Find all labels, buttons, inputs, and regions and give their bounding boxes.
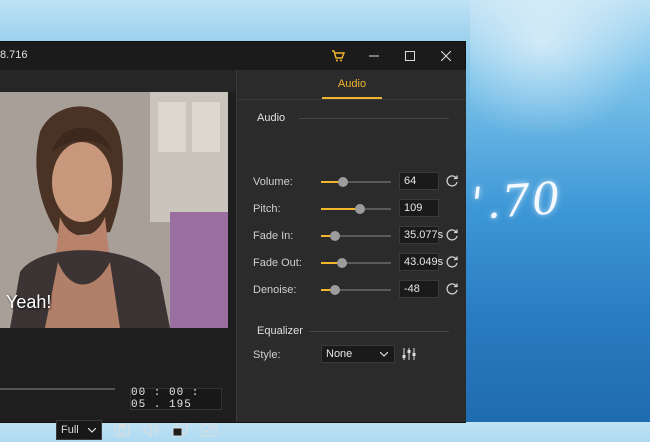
zoom-select[interactable]: Full bbox=[56, 420, 102, 440]
style-label: Style: bbox=[253, 349, 281, 361]
title-bar: 8.716 bbox=[0, 42, 465, 70]
close-button[interactable] bbox=[428, 42, 464, 70]
control-row: Fade Out: 43.049s bbox=[237, 253, 466, 273]
tab-audio[interactable]: Audio bbox=[322, 70, 382, 98]
control-value-field[interactable]: 64 bbox=[399, 172, 439, 190]
control-label: Fade Out: bbox=[253, 257, 302, 269]
volume-icon[interactable] bbox=[142, 421, 160, 439]
control-label: Denoise: bbox=[253, 284, 297, 296]
control-row: Denoise: -48 bbox=[237, 280, 466, 300]
control-slider[interactable] bbox=[321, 231, 391, 241]
equalizer-settings-icon[interactable] bbox=[401, 346, 417, 362]
app-window: 8.716 Yeah! 00: 00: 05 . 195 Full Audi… bbox=[0, 42, 466, 440]
slider-knob[interactable] bbox=[338, 177, 349, 187]
equalizer-section-heading: Equalizer bbox=[257, 325, 303, 337]
pip-icon[interactable] bbox=[171, 421, 189, 439]
slider-knob[interactable] bbox=[354, 204, 365, 214]
audio-section-heading: Audio bbox=[257, 112, 286, 124]
control-value-field[interactable]: 35.077s bbox=[399, 226, 443, 244]
preview-header bbox=[0, 70, 236, 92]
control-row: Pitch: 109 bbox=[237, 199, 466, 219]
window-title: 8.716 bbox=[0, 49, 28, 61]
style-select[interactable]: None bbox=[321, 345, 395, 363]
control-slider[interactable] bbox=[321, 258, 391, 268]
timeline-track[interactable] bbox=[0, 388, 115, 390]
style-row: Style: None bbox=[237, 345, 466, 365]
reset-icon[interactable] bbox=[445, 255, 459, 269]
reset-icon[interactable] bbox=[445, 282, 459, 296]
tab-divider bbox=[237, 99, 466, 100]
chevron-down-icon bbox=[380, 352, 388, 357]
settings-panel: Audio Audio Volume: 64 Pitch: 109 Fade In: 35… bbox=[236, 70, 466, 422]
cart-icon[interactable] bbox=[320, 42, 356, 70]
timecode-display: 00 : 00 : 05 . 195 bbox=[130, 387, 222, 411]
slider-knob[interactable] bbox=[337, 258, 347, 268]
control-label: Pitch: bbox=[253, 203, 281, 215]
control-slider[interactable] bbox=[321, 204, 391, 214]
playback-controls: Full bbox=[0, 420, 236, 442]
style-select-value: None bbox=[326, 348, 353, 360]
control-label: Fade In: bbox=[253, 230, 294, 242]
subtitle-text: Yeah! bbox=[6, 292, 52, 312]
maximize-button[interactable] bbox=[392, 42, 428, 70]
chevron-down-icon bbox=[88, 428, 96, 433]
reset-icon[interactable] bbox=[445, 228, 459, 242]
video-preview[interactable]: Yeah! bbox=[0, 92, 228, 328]
control-row: Volume: 64 bbox=[237, 172, 466, 192]
reset-icon[interactable] bbox=[445, 174, 459, 188]
slider-fill bbox=[321, 208, 360, 210]
control-row: Fade In: 35.077s bbox=[237, 226, 466, 246]
wallpaper-graphic: ꞌ.70 bbox=[470, 172, 564, 231]
preview-pane: Yeah! 00 : 00 : 05 . 195 Full bbox=[0, 70, 236, 440]
control-value-field[interactable]: -48 bbox=[399, 280, 439, 298]
slider-knob[interactable] bbox=[330, 285, 340, 295]
slider-knob[interactable] bbox=[330, 231, 340, 241]
audio-section-divider bbox=[299, 118, 449, 119]
fullscreen-icon[interactable] bbox=[200, 421, 218, 439]
minimize-button[interactable] bbox=[356, 42, 392, 70]
control-value-field[interactable]: 109 bbox=[399, 199, 439, 217]
control-slider[interactable] bbox=[321, 177, 391, 187]
camera-icon[interactable] bbox=[113, 421, 131, 439]
control-slider[interactable] bbox=[321, 285, 391, 295]
control-label: Volume: bbox=[253, 176, 293, 188]
control-value-field[interactable]: 43.049s bbox=[399, 253, 443, 271]
desktop-wallpaper bbox=[470, 0, 650, 140]
zoom-select-value: Full bbox=[61, 424, 79, 436]
equalizer-section-divider bbox=[309, 331, 449, 332]
